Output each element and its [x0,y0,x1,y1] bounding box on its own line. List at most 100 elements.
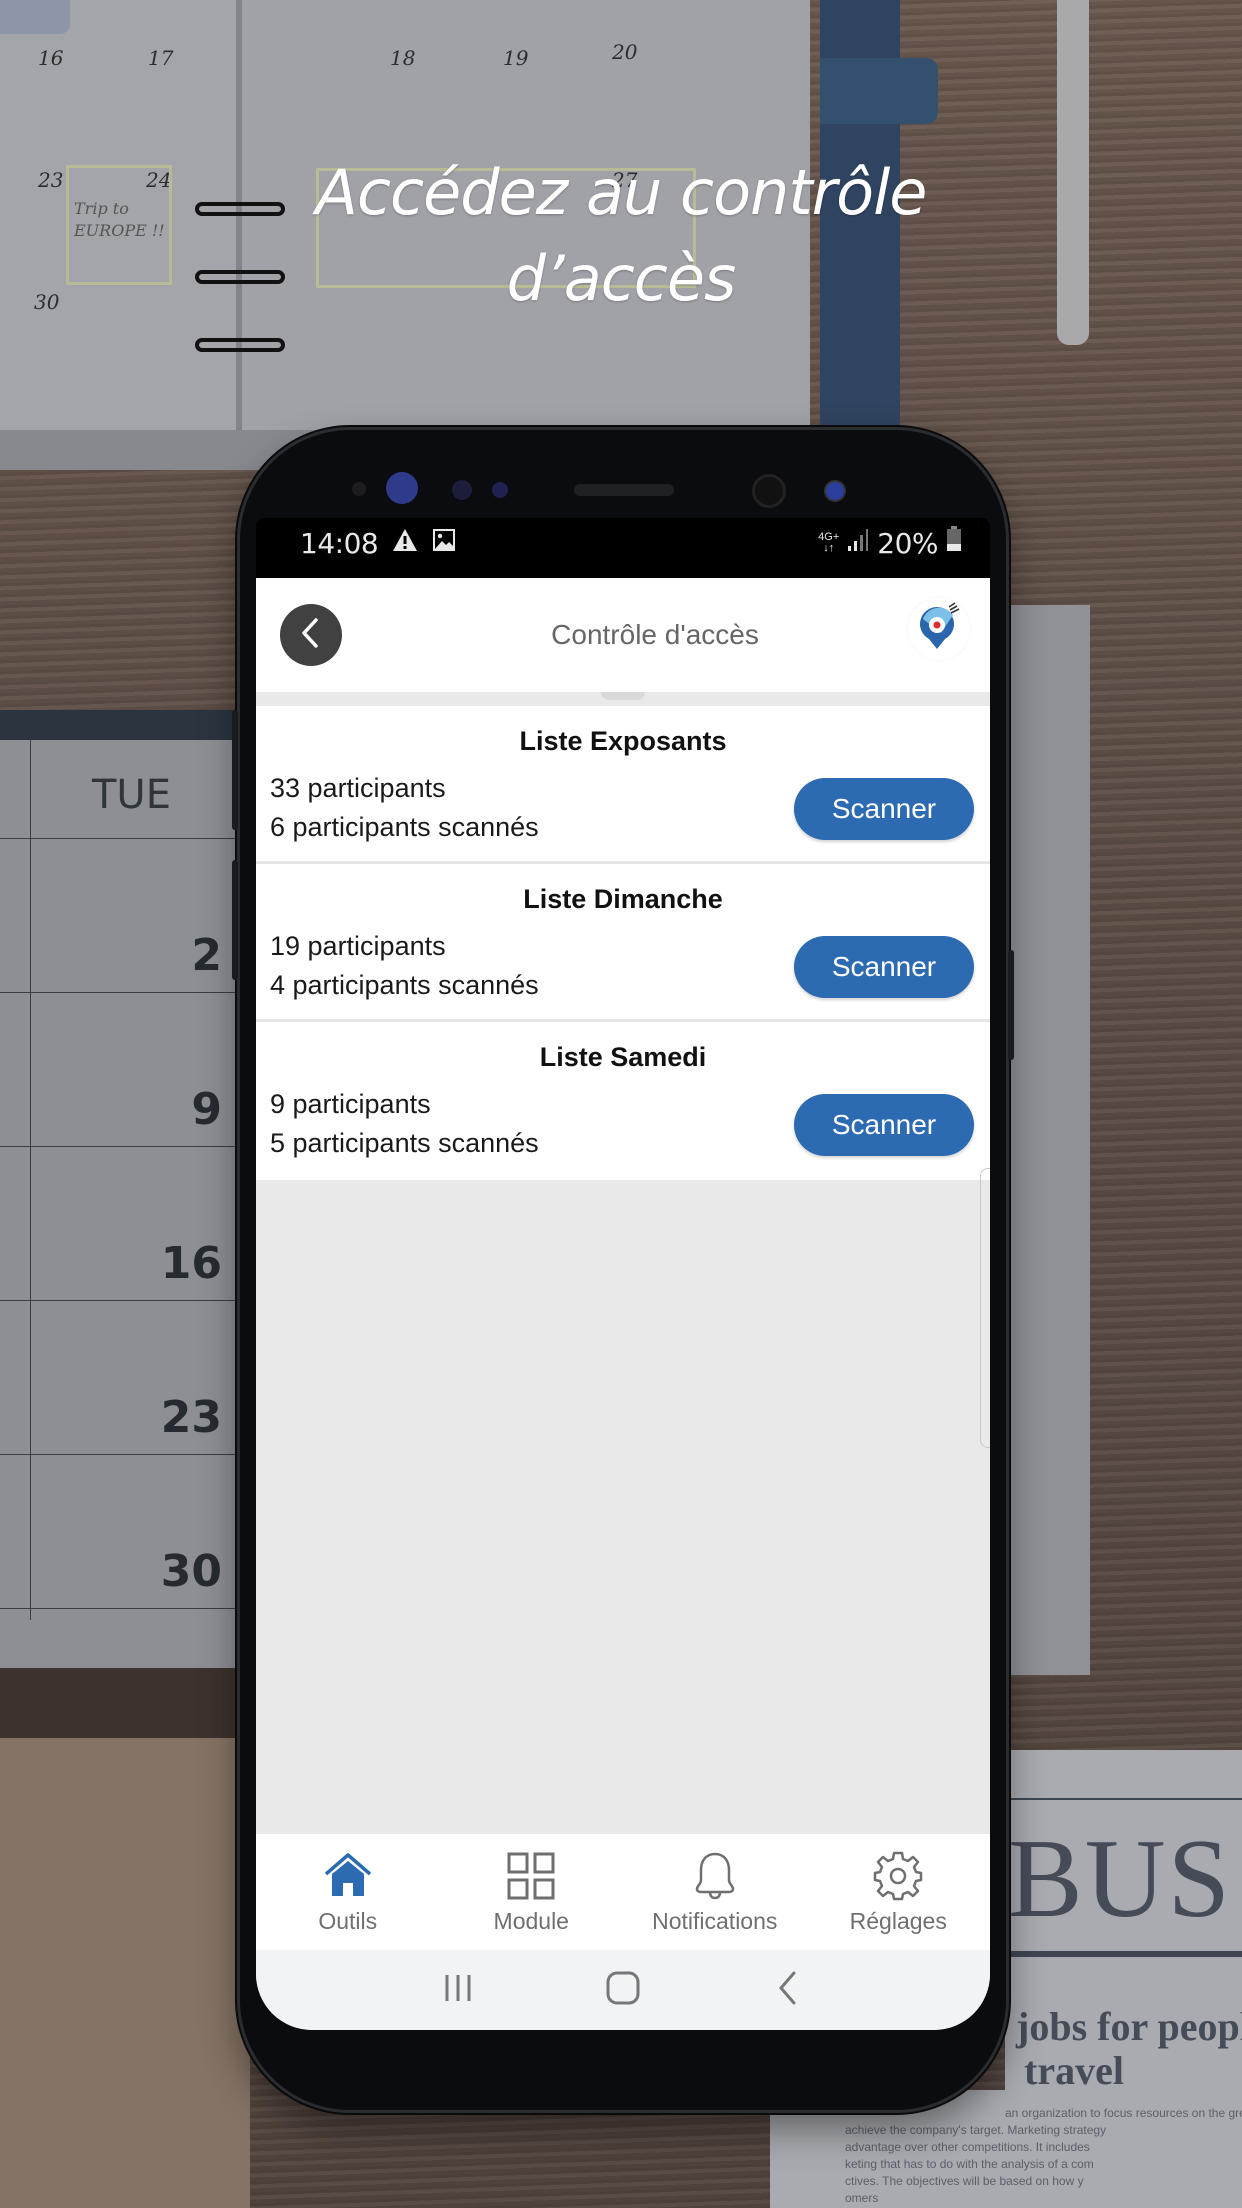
tab-notifications[interactable]: Notifications [623,1834,807,1950]
pull-to-refresh-indicator [601,692,645,700]
calendar-gridline [0,1608,240,1609]
newspaper-body-line: achieve the company's target. Marketing … [845,2123,1107,2137]
list-item: Liste Dimanche 19 participants 4 partici… [256,864,990,1022]
app-logo-button[interactable] [908,598,970,660]
led-sensor [492,482,508,498]
kraft-paper [0,1738,250,2208]
planner-date: 20 [612,40,638,64]
planner-date: 18 [390,46,416,70]
wall-calendar: TUE 2 9 16 23 30 [0,710,240,1670]
battery-icon [946,526,962,560]
scanned-count: 4 participants scannés [270,970,539,1000]
list-item: Liste Samedi 9 participants 5 participan… [256,1022,990,1180]
recent-apps-icon [442,1972,474,2009]
calendar-gridline [30,740,31,1620]
scanner-button[interactable]: Scanner [794,936,974,998]
calendar-number: 16 [160,1238,222,1289]
newspaper-masthead: BUS [1008,1817,1232,1941]
calendar-day-label: TUE [92,772,171,818]
iris-camera [824,480,846,502]
system-nav-bar [256,1950,990,2030]
planner-date: 16 [38,46,64,70]
calendar-gridline [0,1300,240,1301]
scrollbar[interactable] [980,1168,990,1448]
bell-icon [689,1850,741,1902]
scanner-button[interactable]: Scanner [794,778,974,840]
scanned-count: 6 participants scannés [270,812,539,842]
recent-apps-button[interactable] [428,1965,488,2015]
calendar-number: 30 [160,1546,222,1597]
calendar-gridline [0,992,240,993]
tab-label: Outils [318,1908,378,1934]
app-content: Contrôle d'accès Liste Exposants 33 part… [256,578,990,2030]
phone-screen: 14:08 4G+ ↓↑ 20% Contrôle d'accès Liste … [256,518,990,2030]
calendar-number: 23 [160,1392,222,1443]
status-bar: 14:08 4G+ ↓↑ 20% [256,518,990,568]
tab-outils[interactable]: Outils [256,1834,440,1950]
list-title: Liste Dimanche [523,884,723,914]
newspaper-rule [1005,1798,1242,1800]
back-nav-button[interactable] [758,1965,818,2015]
planner-date: 19 [503,46,529,70]
planner-date: 17 [148,46,174,70]
calendar-number: 9 [191,1084,222,1135]
tab-label: Réglages [849,1908,947,1934]
participants-count: 19 participants [270,931,446,961]
home-nav-button[interactable] [593,1965,653,2015]
tab-label: Notifications [652,1908,778,1934]
desk-shadow [0,1668,250,1738]
access-list: Liste Exposants 33 participants 6 partic… [256,706,990,1180]
page-title: Contrôle d'accès [551,619,759,650]
calendar-header [0,710,240,740]
headline-line-2: d’accès [506,242,737,315]
list-item: Liste Exposants 33 participants 6 partic… [256,706,990,864]
scanned-count: 5 participants scannés [270,1128,539,1158]
iris-sensor [386,472,418,504]
list-title: Liste Samedi [539,1042,707,1072]
newspaper-headline-line: jobs for people [1016,2004,1242,2049]
tab-reglages[interactable]: Réglages [807,1834,991,1950]
signal-icon [847,527,869,560]
newspaper-body-line: ctives. The objectives will be based on … [845,2174,1084,2188]
warning-icon [392,527,418,560]
earpiece-speaker [574,484,674,496]
promo-headline: Accédez au contrôle d’accès [0,150,1242,322]
scanner-button[interactable]: Scanner [794,1094,974,1156]
home-button-icon [605,1970,641,2011]
back-icon [776,1970,800,2011]
power-button [1008,950,1014,1060]
newspaper-headline: jobs for people travel [1010,2005,1242,2093]
participants-count: 9 participants [270,1089,431,1119]
newspaper-body-line: advantage over other competitions. It in… [845,2140,1090,2154]
calendar-gridline [0,838,240,839]
headline-line-1: Accédez au contrôle [315,156,928,229]
front-camera [752,474,786,508]
tab-bar: Outils Module Notifications Réglages [256,1834,990,1950]
home-icon [322,1850,374,1902]
calendar-number: 2 [191,930,222,981]
sticky-tab [0,0,70,34]
chevron-left-icon [297,617,325,654]
volume-button [232,710,238,830]
participants-count: 33 participants [270,773,446,803]
light-sensor [452,480,472,500]
location-pin-logo-icon [915,601,963,658]
status-right: 4G+ ↓↑ 20% [818,526,962,560]
calendar-gridline [0,1146,240,1147]
app-bar: Contrôle d'accès [256,578,990,692]
newspaper-body: an organization to focus resources on th… [845,2105,1242,2207]
gear-icon [872,1850,924,1902]
back-button[interactable] [280,604,342,666]
network-icon: 4G+ ↓↑ [818,532,839,554]
status-time: 14:08 [300,526,379,560]
newspaper-headline-line: travel [1024,2048,1124,2093]
newspaper-body-line: omers [845,2191,879,2205]
image-icon [432,527,456,560]
proximity-sensor [352,482,366,496]
newspaper-body-line: keting that has to do with the analysis … [845,2157,1094,2171]
phone-frame: 14:08 4G+ ↓↑ 20% Contrôle d'accès Liste … [232,430,1014,2110]
battery-percent: 20% [877,526,938,560]
tab-module[interactable]: Module [440,1834,624,1950]
bixby-button [232,860,238,980]
calendar-gridline [0,1454,240,1455]
